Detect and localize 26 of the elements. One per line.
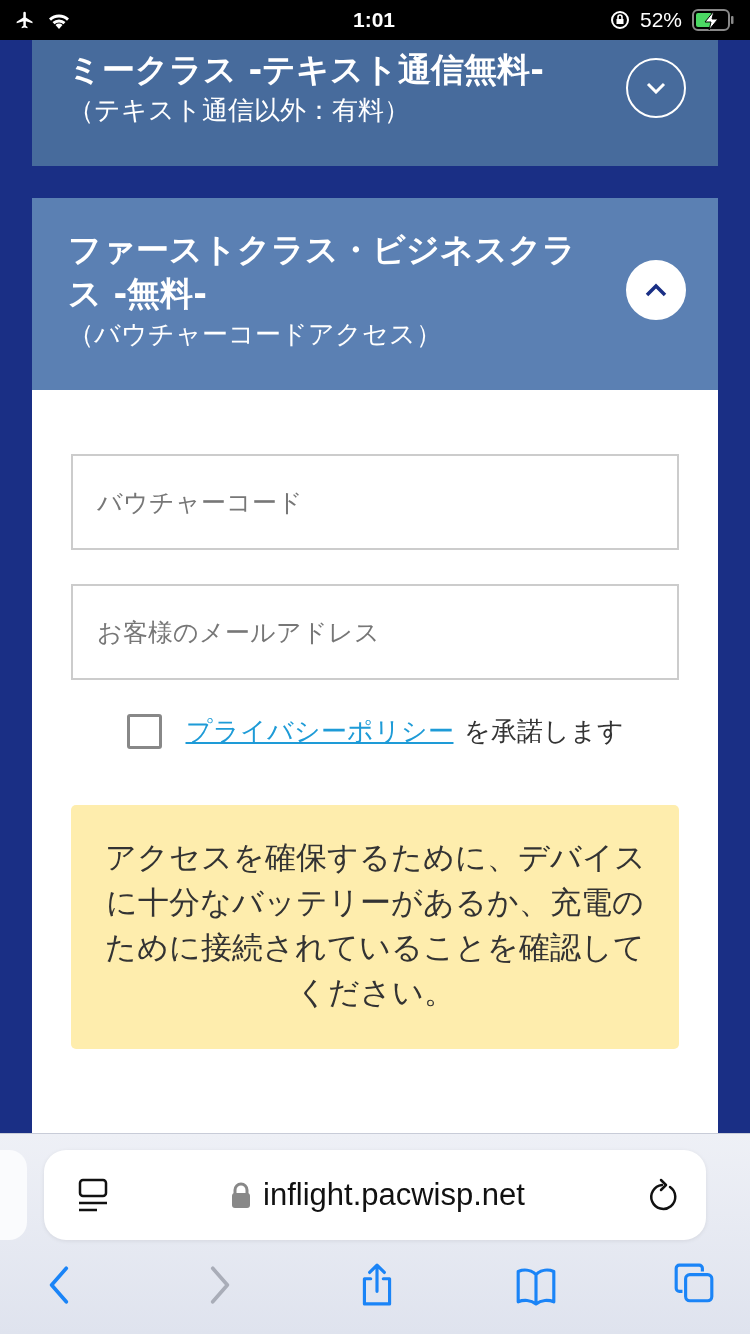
input-field[interactable]: バウチャーコード	[71, 454, 679, 550]
lock-icon	[231, 1182, 252, 1208]
url-text: inflight.pacwisp.net	[263, 1177, 525, 1213]
airplane-icon	[14, 10, 36, 30]
toggle-button[interactable]	[626, 58, 686, 118]
consent-label: を承諾します	[463, 715, 624, 748]
section-title: ミークラス -テキスト通信無料-	[68, 49, 544, 91]
clock-time: 1:01	[353, 8, 395, 32]
section-header[interactable]: ファーストクラス・ビジネスクラス -無料- （バウチャーコードアクセス）	[32, 198, 718, 390]
privacy-policy-link[interactable]: プライバシーポリシー	[185, 714, 454, 749]
battery-icon	[692, 9, 734, 31]
section-subtitle: （バウチャーコードアクセス）	[68, 318, 443, 351]
battery-notice: アクセスを確保するために、デバイスに十分なバッテリーがあるか、充電のために接続されていることを確認してください。	[71, 805, 679, 1049]
rotation-lock-icon	[609, 10, 630, 30]
section-header[interactable]: ミークラス -テキスト通信無料- （テキスト通信以外：有料）	[32, 40, 718, 166]
reader-icon	[78, 1178, 108, 1212]
chevron-down-icon	[646, 82, 666, 94]
battery-percentage: 52%	[639, 8, 682, 32]
reload-icon[interactable]	[648, 1178, 678, 1212]
section-subtitle: （テキスト通信以外：有料）	[68, 94, 411, 127]
checkbox[interactable]	[126, 714, 162, 749]
section-title: ファーストクラス・ビジネスクラス -無料-	[68, 229, 577, 315]
input-field[interactable]: お客様のメールアドレス	[71, 584, 679, 680]
toggle-button[interactable]	[626, 260, 686, 320]
chevron-up-icon	[645, 283, 667, 297]
address-bar[interactable]: inflight.pacwisp.net	[44, 1150, 706, 1240]
